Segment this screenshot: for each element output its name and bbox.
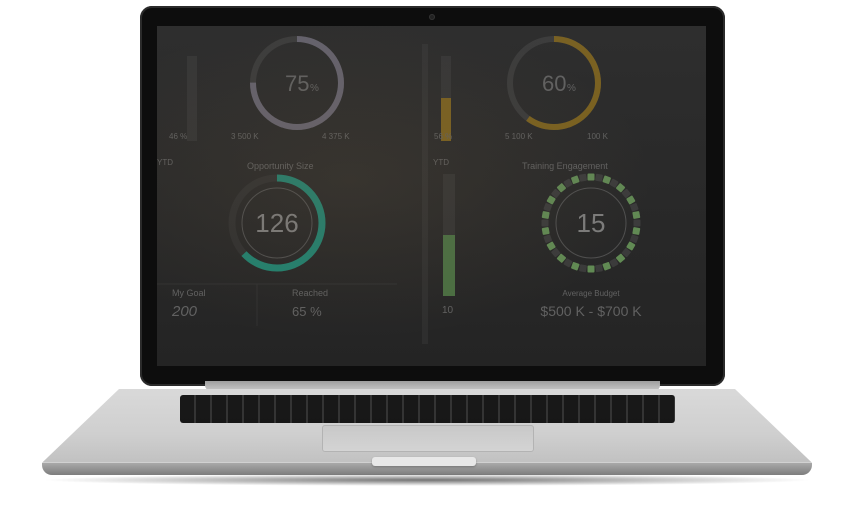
average-budget-value: $500 K - $700 K [540, 303, 642, 319]
training-gauge-value: 15 [577, 208, 606, 238]
keyboard[interactable] [180, 395, 675, 423]
top-left-bar-track [187, 56, 197, 141]
top-left-gauge-value: 75 [285, 71, 309, 96]
my-goal-label: My Goal [172, 288, 206, 298]
training-gauge-tick [541, 227, 550, 235]
laptop-shadow [40, 474, 815, 486]
average-budget-label: Average Budget [562, 289, 620, 298]
top-right-stat2: 100 K [587, 132, 609, 141]
dashboard-canvas: 46 % 75 % 3 500 K 4 375 K 56 % 60 % 5 10… [157, 26, 706, 366]
opportunity-title: Opportunity Size [247, 161, 314, 171]
training-gauge-tick [587, 173, 595, 181]
training-gauge-tick [595, 173, 603, 182]
training-gauge-tick [579, 264, 587, 273]
camera-icon [429, 14, 435, 20]
training-gauge-tick [587, 265, 595, 273]
top-right-gauge-value: 60 [542, 71, 566, 96]
panel-divider [422, 44, 428, 344]
training-gauge-tick [632, 227, 641, 235]
laptop-lid: 46 % 75 % 3 500 K 4 375 K 56 % 60 % 5 10… [140, 6, 725, 386]
ytd-bar-value: 10 [442, 305, 454, 316]
top-left-stat2: 4 375 K [322, 132, 350, 141]
mid-right-ytd-label: YTD [433, 158, 449, 167]
my-goal-value: 200 [171, 303, 198, 320]
opportunity-gauge-value: 126 [255, 208, 298, 238]
top-left-gauge-unit: % [310, 83, 319, 94]
training-gauge-tick [541, 211, 550, 219]
reached-value: 65 % [292, 304, 322, 319]
laptop: 46 % 75 % 3 500 K 4 375 K 56 % 60 % 5 10… [0, 0, 855, 523]
laptop-front-notch [372, 457, 476, 466]
top-right-gauge-unit: % [567, 83, 576, 94]
top-right-bar-label: 56 % [434, 132, 452, 141]
trackpad[interactable] [322, 425, 534, 452]
training-gauge-tick [541, 219, 549, 227]
top-left-bar-label: 46 % [169, 132, 187, 141]
top-left-stat1: 3 500 K [231, 132, 259, 141]
training-gauge-tick [632, 211, 641, 219]
laptop-screen: 46 % 75 % 3 500 K 4 375 K 56 % 60 % 5 10… [157, 26, 706, 366]
training-title: Training Engagement [522, 161, 608, 171]
ytd-bar-fill [443, 235, 455, 296]
top-right-stat1: 5 100 K [505, 132, 533, 141]
training-gauge-tick [579, 173, 587, 182]
mid-left-ytd-label: YTD [157, 158, 173, 167]
reached-label: Reached [292, 288, 328, 298]
training-gauge-tick [633, 219, 641, 227]
training-gauge-tick [595, 264, 603, 273]
